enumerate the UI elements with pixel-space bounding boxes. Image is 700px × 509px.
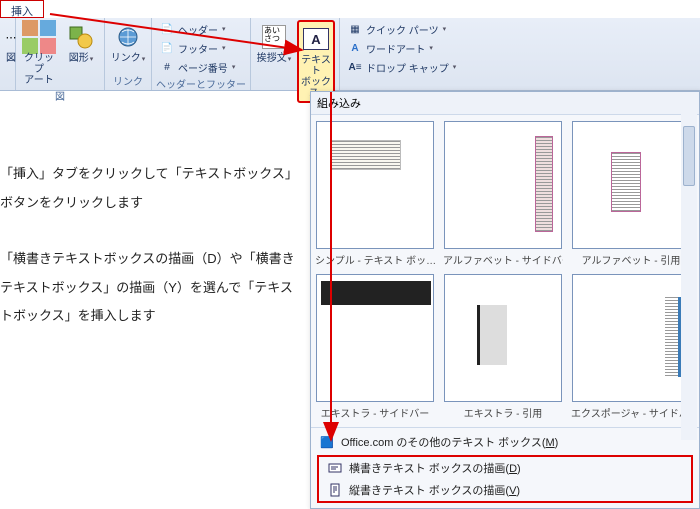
draw-horizontal-textbox[interactable]: 横書きテキスト ボックスの描画(D) <box>319 457 691 479</box>
office-more-textboxes[interactable]: 🟦 Office.com のその他のテキスト ボックス(M) <box>311 431 699 453</box>
salutation-button[interactable]: あいさつ 挨拶文▾ <box>255 20 293 103</box>
gallery-item[interactable]: アルファベット - 引用 <box>571 121 691 272</box>
footer-icon: 📄 <box>159 40 175 56</box>
draw-vertical-textbox[interactable]: 縦書きテキスト ボックスの描画(V) <box>319 479 691 501</box>
dropdown-header: 組み込み <box>311 92 699 115</box>
tab-insert[interactable]: 挿入 <box>0 0 44 18</box>
dropcap-icon: A≡ <box>347 59 363 75</box>
gallery-item[interactable]: シンプル - テキスト ボッ… <box>315 121 435 272</box>
ribbon: ⋯図 クリップアート 図形▾ 図 リンク▾ リンク 📄ヘッダー▾ 📄フッタ <box>0 18 700 91</box>
textbox-h-icon <box>327 460 343 476</box>
clipart-button[interactable]: クリップアート <box>20 20 58 88</box>
gallery-item[interactable]: エクスポージャ - サイドバー <box>571 274 691 425</box>
pagenum-button[interactable]: #ページ番号▾ <box>156 58 246 76</box>
instruction-text: 「挿入」タブをクリックして「テキストボックス」ボタンをクリックします 「横書きテ… <box>0 160 300 359</box>
textbox-v-icon <box>327 482 343 498</box>
textbox-gallery: シンプル - テキスト ボッ… アルファベット - サイドバー アルファベット … <box>311 115 699 427</box>
shapes-button[interactable]: 図形▾ <box>62 20 100 88</box>
gallery-item[interactable]: エキストラ - サイドバー <box>315 274 435 425</box>
header-button[interactable]: 📄ヘッダー▾ <box>156 20 246 38</box>
gallery-item[interactable]: エキストラ - 引用 <box>443 274 563 425</box>
quickparts-icon: ▦ <box>347 21 363 37</box>
textbox-icon: A <box>301 24 331 54</box>
gallery-scrollbar[interactable] <box>681 110 697 440</box>
office-icon: 🟦 <box>319 434 335 450</box>
shapes-icon <box>66 22 96 52</box>
header-icon: 📄 <box>159 21 175 37</box>
textbox-dropdown: 組み込み シンプル - テキスト ボッ… アルファベット - サイドバー アルフ… <box>310 91 700 509</box>
footer-button[interactable]: 📄フッター▾ <box>156 39 246 57</box>
link-button[interactable]: リンク▾ <box>109 20 147 66</box>
link-icon <box>113 22 143 52</box>
wordart-icon: A <box>347 40 363 56</box>
pagenum-icon: # <box>159 59 175 75</box>
wordart-button[interactable]: Aワードアート▾ <box>344 39 459 57</box>
clipart-icon <box>24 22 54 52</box>
salutation-icon: あいさつ <box>259 22 289 52</box>
gallery-item[interactable]: アルファベット - サイドバー <box>443 121 563 272</box>
dropcap-button[interactable]: A≡ドロップ キャップ▾ <box>344 58 459 76</box>
quickparts-button[interactable]: ▦クイック パーツ▾ <box>344 20 459 38</box>
